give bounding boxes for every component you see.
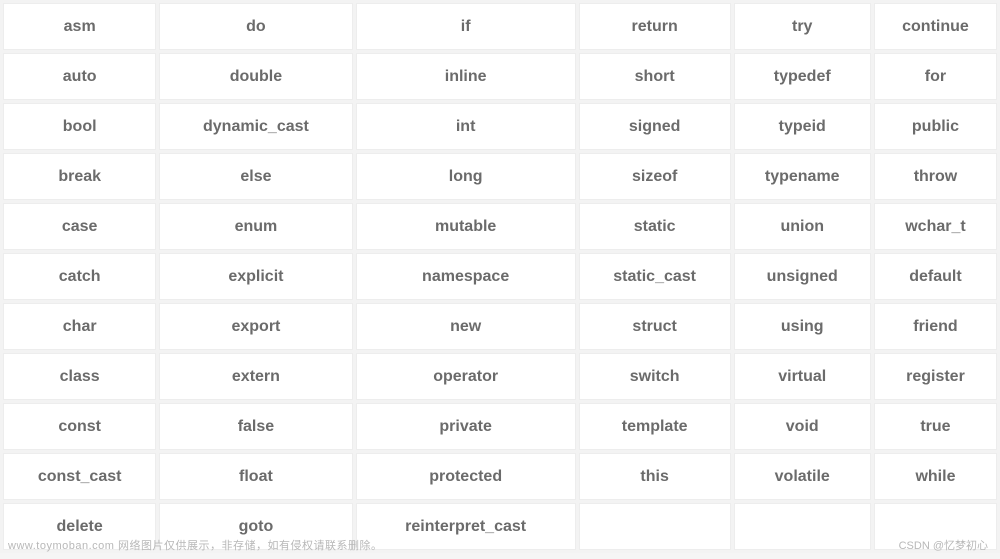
keyword-cell: true xyxy=(874,403,997,450)
table-row: catch explicit namespace static_cast uns… xyxy=(3,253,997,300)
keyword-cell: static_cast xyxy=(579,253,731,300)
keyword-cell: asm xyxy=(3,3,156,50)
keyword-cell: int xyxy=(356,103,576,150)
keyword-cell: dynamic_cast xyxy=(159,103,352,150)
keyword-cell: void xyxy=(734,403,871,450)
keyword-cell: for xyxy=(874,53,997,100)
keyword-cell: short xyxy=(579,53,731,100)
keyword-cell: this xyxy=(579,453,731,500)
keyword-cell: case xyxy=(3,203,156,250)
keyword-cell: class xyxy=(3,353,156,400)
keyword-cell: friend xyxy=(874,303,997,350)
keyword-cell: typedef xyxy=(734,53,871,100)
keyword-cell: auto xyxy=(3,53,156,100)
keyword-cell: long xyxy=(356,153,576,200)
keyword-cell: register xyxy=(874,353,997,400)
table-body: asm do if return try continue auto doubl… xyxy=(3,3,997,550)
keyword-cell: wchar_t xyxy=(874,203,997,250)
table-row: class extern operator switch virtual reg… xyxy=(3,353,997,400)
keyword-cell: volatile xyxy=(734,453,871,500)
keyword-cell: new xyxy=(356,303,576,350)
keyword-cell: throw xyxy=(874,153,997,200)
keyword-cell: template xyxy=(579,403,731,450)
keyword-cell: catch xyxy=(3,253,156,300)
keyword-cell: enum xyxy=(159,203,352,250)
keyword-cell: public xyxy=(874,103,997,150)
keywords-table: asm do if return try continue auto doubl… xyxy=(0,0,1000,553)
table-row: auto double inline short typedef for xyxy=(3,53,997,100)
keyword-cell: break xyxy=(3,153,156,200)
keyword-cell: union xyxy=(734,203,871,250)
watermark-left: www.toymoban.com 网络图片仅供展示，非存储，如有侵权请联系删除。 xyxy=(8,537,382,553)
keyword-cell: explicit xyxy=(159,253,352,300)
keyword-cell: static xyxy=(579,203,731,250)
keyword-cell: export xyxy=(159,303,352,350)
keyword-cell: struct xyxy=(579,303,731,350)
empty-cell xyxy=(579,503,731,550)
keyword-cell: reinterpret_cast xyxy=(356,503,576,550)
table-row: const false private template void true xyxy=(3,403,997,450)
keyword-cell: const_cast xyxy=(3,453,156,500)
table-row: case enum mutable static union wchar_t xyxy=(3,203,997,250)
keyword-cell: inline xyxy=(356,53,576,100)
keyword-cell: mutable xyxy=(356,203,576,250)
table-row: bool dynamic_cast int signed typeid publ… xyxy=(3,103,997,150)
keyword-cell: false xyxy=(159,403,352,450)
table-row: break else long sizeof typename throw xyxy=(3,153,997,200)
keyword-cell: typename xyxy=(734,153,871,200)
empty-cell xyxy=(734,503,871,550)
keyword-cell: default xyxy=(874,253,997,300)
keyword-cell: signed xyxy=(579,103,731,150)
table-row: char export new struct using friend xyxy=(3,303,997,350)
keyword-cell: float xyxy=(159,453,352,500)
keyword-cell: try xyxy=(734,3,871,50)
table-row: asm do if return try continue xyxy=(3,3,997,50)
keyword-cell: typeid xyxy=(734,103,871,150)
keyword-cell: double xyxy=(159,53,352,100)
keyword-cell: using xyxy=(734,303,871,350)
keyword-cell: sizeof xyxy=(579,153,731,200)
keyword-cell: char xyxy=(3,303,156,350)
keyword-cell: namespace xyxy=(356,253,576,300)
keyword-cell: private xyxy=(356,403,576,450)
keyword-cell: return xyxy=(579,3,731,50)
keyword-cell: switch xyxy=(579,353,731,400)
watermark-right: CSDN @忆梦初心 xyxy=(899,537,988,553)
keyword-cell: protected xyxy=(356,453,576,500)
keyword-cell: continue xyxy=(874,3,997,50)
table-row: const_cast float protected this volatile… xyxy=(3,453,997,500)
keyword-cell: do xyxy=(159,3,352,50)
keyword-cell: while xyxy=(874,453,997,500)
keyword-cell: else xyxy=(159,153,352,200)
keyword-cell: operator xyxy=(356,353,576,400)
keyword-cell: const xyxy=(3,403,156,450)
keyword-cell: unsigned xyxy=(734,253,871,300)
keyword-cell: virtual xyxy=(734,353,871,400)
keyword-cell: extern xyxy=(159,353,352,400)
keyword-cell: if xyxy=(356,3,576,50)
keyword-cell: bool xyxy=(3,103,156,150)
